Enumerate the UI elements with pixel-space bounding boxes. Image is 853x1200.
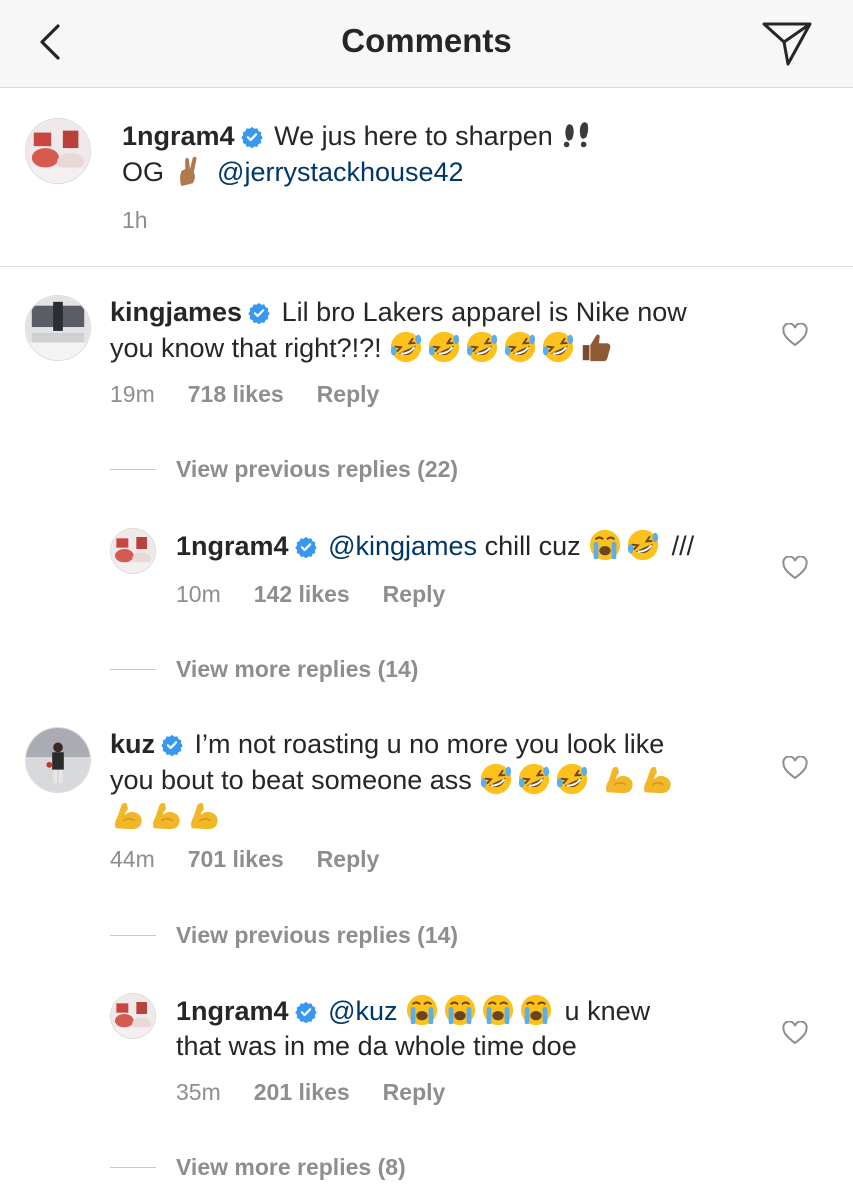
flexed-biceps-emoji — [148, 798, 182, 832]
comment-text: kuz I’m not roasting u no more you look … — [110, 727, 677, 834]
rofl-emoji — [427, 330, 461, 364]
mention-link[interactable]: @kingjames — [328, 531, 477, 561]
timestamp: 35m — [176, 1079, 221, 1105]
likes-count[interactable]: 201 likes — [254, 1079, 350, 1105]
crying-emoji — [519, 993, 553, 1027]
rofl-emoji — [541, 330, 575, 364]
flexed-biceps-emoji — [110, 798, 144, 832]
rofl-emoji — [479, 762, 513, 796]
reply-text: 1ngram4 @kingjames chill cuz /// — [176, 528, 694, 564]
crying-emoji — [481, 993, 515, 1027]
avatar[interactable] — [25, 295, 91, 361]
likes-count[interactable]: 701 likes — [188, 846, 284, 872]
username[interactable]: 1ngram4 — [176, 531, 289, 561]
heart-icon[interactable] — [782, 556, 808, 580]
reply-button[interactable]: Reply — [317, 846, 380, 872]
username[interactable]: kingjames — [110, 297, 242, 327]
divider-line — [110, 669, 156, 670]
reply-button[interactable]: Reply — [383, 1079, 446, 1105]
rofl-emoji — [517, 762, 551, 796]
likes-count[interactable]: 718 likes — [188, 381, 284, 407]
username[interactable]: 1ngram4 — [176, 996, 289, 1026]
rofl-emoji — [555, 762, 589, 796]
rofl-emoji — [626, 528, 660, 562]
username[interactable]: 1ngram4 — [122, 121, 235, 151]
caption-text: 1ngram4 We jus here to sharpen OG @jerry… — [122, 118, 598, 190]
comment-meta: 19m 718 likes Reply — [110, 381, 412, 408]
page-title: Comments — [341, 22, 512, 59]
reply-text: 1ngram4 @kuz u knew that was in me da wh… — [176, 993, 650, 1064]
view-replies-button[interactable]: View previous replies (14) — [110, 922, 458, 949]
heart-icon[interactable] — [782, 756, 808, 780]
divider-line — [110, 1167, 156, 1168]
rofl-emoji — [503, 330, 537, 364]
heart-icon[interactable] — [782, 1021, 808, 1045]
crossed-fingers-emoji — [172, 154, 206, 188]
avatar[interactable] — [25, 727, 91, 793]
avatar[interactable] — [110, 528, 156, 574]
crying-emoji — [443, 993, 477, 1027]
verified-badge-icon — [248, 302, 270, 324]
avatar[interactable] — [110, 993, 156, 1039]
timestamp: 19m — [110, 381, 155, 407]
likes-count[interactable]: 142 likes — [254, 581, 350, 607]
direct-share-icon[interactable] — [760, 18, 814, 68]
rofl-emoji — [389, 330, 423, 364]
mention-link[interactable]: @kuz — [328, 996, 397, 1026]
verified-badge-icon — [295, 536, 317, 558]
flexed-biceps-emoji — [639, 762, 673, 796]
timestamp: 1h — [122, 207, 148, 233]
flexed-biceps-emoji — [601, 762, 635, 796]
crying-emoji — [588, 528, 622, 562]
rofl-emoji — [465, 330, 499, 364]
comment-meta: 10m 142 likes Reply — [176, 581, 478, 608]
comment-meta: 35m 201 likes Reply — [176, 1079, 478, 1106]
timestamp: 10m — [176, 581, 221, 607]
flexed-biceps-emoji — [186, 798, 220, 832]
comment-meta: 44m 701 likes Reply — [110, 846, 412, 873]
verified-badge-icon — [161, 734, 183, 756]
top-navigation-bar: Comments — [0, 0, 853, 88]
timestamp: 44m — [110, 846, 155, 872]
view-replies-button[interactable]: View previous replies (22) — [110, 456, 458, 483]
mention-link[interactable]: @jerrystackhouse42 — [217, 157, 464, 187]
divider-line — [110, 469, 156, 470]
view-replies-button[interactable]: View more replies (14) — [110, 656, 418, 683]
divider — [0, 266, 853, 267]
crying-emoji — [405, 993, 439, 1027]
reply-button[interactable]: Reply — [383, 581, 446, 607]
caption-meta: 1h — [122, 207, 181, 234]
verified-badge-icon — [241, 126, 263, 148]
footprints-emoji — [560, 118, 594, 152]
reply-button[interactable]: Reply — [317, 381, 380, 407]
thumbs-up-emoji — [579, 330, 613, 364]
divider-line — [110, 935, 156, 936]
username[interactable]: kuz — [110, 729, 155, 759]
verified-badge-icon — [295, 1001, 317, 1023]
avatar[interactable] — [25, 118, 91, 184]
heart-icon[interactable] — [782, 323, 808, 347]
comment-text: kingjames Lil bro Lakers apparel is Nike… — [110, 295, 687, 366]
view-replies-button[interactable]: View more replies (8) — [110, 1154, 406, 1181]
